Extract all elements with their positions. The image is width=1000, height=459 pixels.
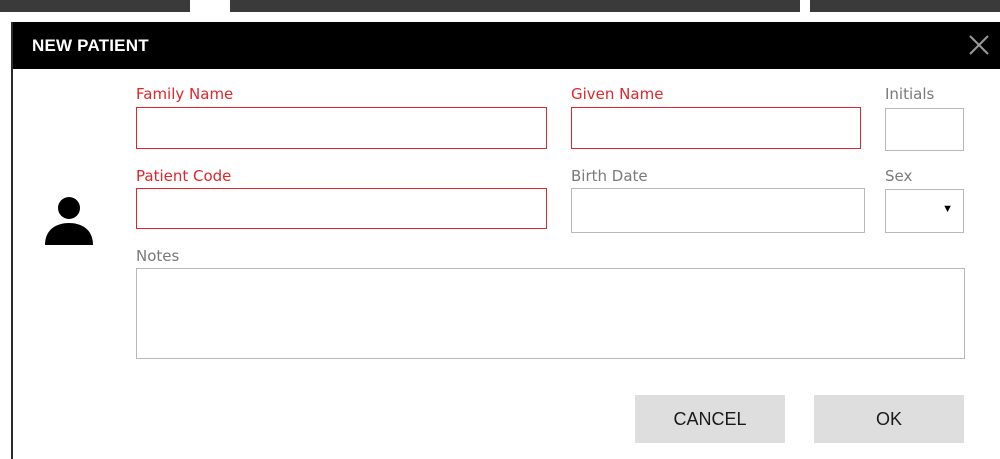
patient-code-input[interactable] [136,188,547,229]
background-segment [810,0,1000,12]
sex-label: Sex [885,167,913,185]
sex-select[interactable]: ▼ [885,189,964,233]
cancel-button[interactable]: CANCEL [635,395,785,443]
patient-code-label: Patient Code [136,167,232,185]
background-segment [0,0,190,12]
initials-label: Initials [885,85,935,103]
family-name-label: Family Name [136,85,234,103]
dialog-titlebar: NEW PATIENT [13,22,1000,69]
birth-date-input[interactable] [571,188,865,233]
dropdown-arrow-icon: ▼ [942,203,953,215]
background-segment [230,0,800,12]
birth-date-label: Birth Date [571,167,648,185]
notes-textarea[interactable] [136,268,965,359]
user-icon [43,195,95,247]
initials-input[interactable] [885,108,964,151]
close-icon[interactable] [964,30,994,60]
given-name-label: Given Name [571,85,664,103]
ok-button[interactable]: OK [814,395,964,443]
background-window-edge [0,0,1000,12]
notes-label: Notes [136,247,180,265]
family-name-input[interactable] [136,107,547,149]
new-patient-dialog: NEW PATIENT Family Name Given Name Initi… [11,22,1000,459]
given-name-input[interactable] [571,107,861,149]
dialog-title: NEW PATIENT [32,36,149,55]
